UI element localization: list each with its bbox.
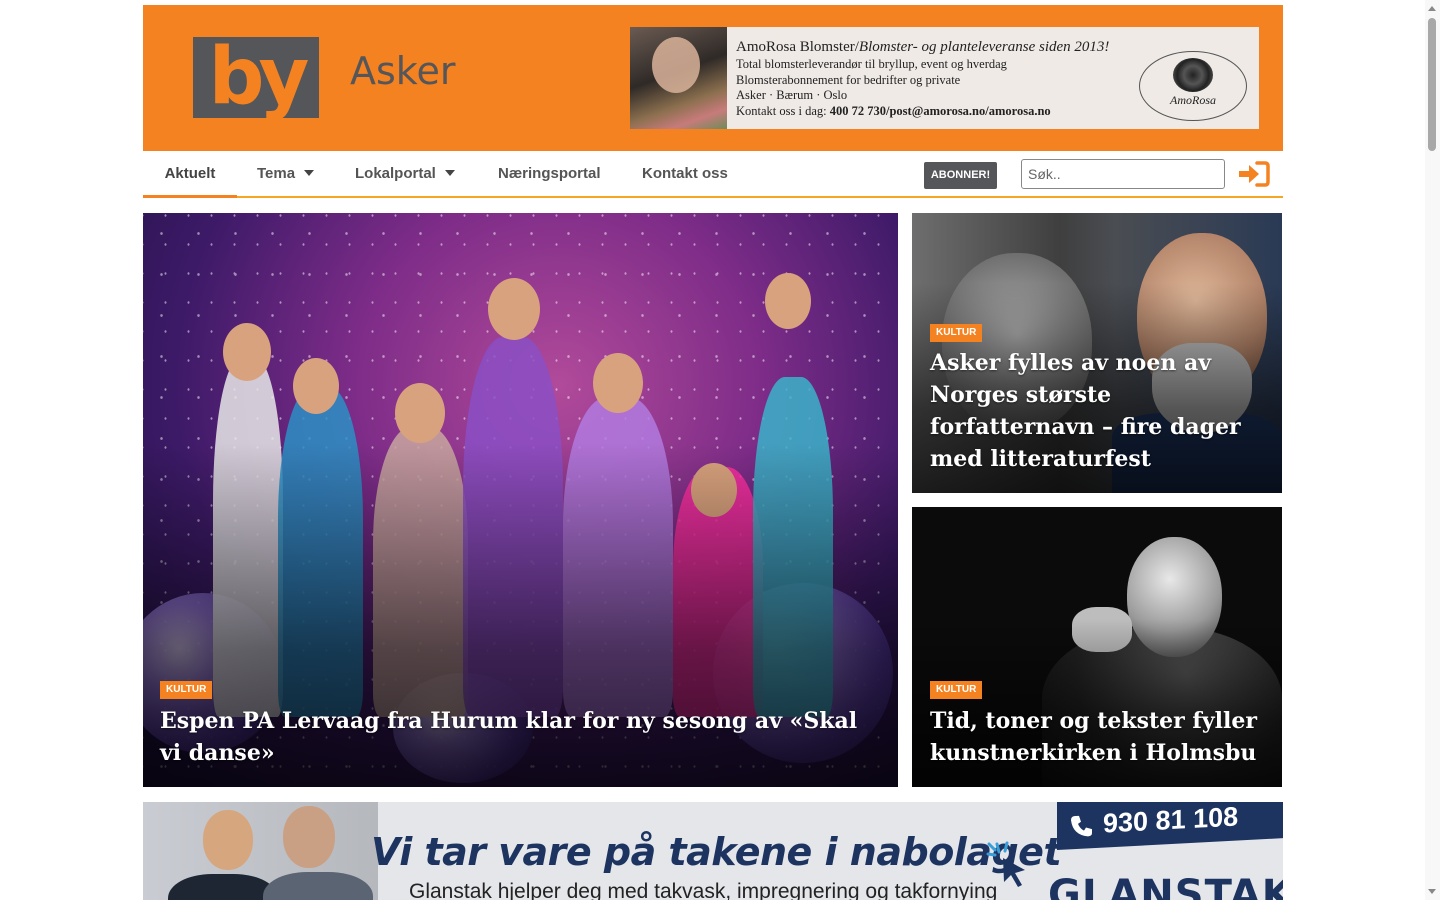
ad-line2: Total blomsterleverandør til bryllup, ev… <box>736 57 1007 71</box>
ad-person <box>203 810 253 870</box>
site-logo[interactable]: by <box>193 37 319 118</box>
ad-phone-number: 930 81 108 <box>1103 802 1239 839</box>
ad-line3: Blomsterabonnement for bedrifter og priv… <box>736 72 961 87</box>
main-navigation: Aktuelt Tema Lokalportal Næringsportal K… <box>143 156 1283 198</box>
dancer-head <box>293 358 339 414</box>
site-city-name[interactable]: Asker <box>350 49 455 93</box>
scroll-down-arrow-icon[interactable] <box>1428 889 1436 894</box>
ad-line4: Asker · Bærum · Oslo <box>736 88 848 102</box>
article-headline[interactable]: Tid, toner og tekster fyller kunstnerkir… <box>930 705 1270 769</box>
ad-people-image <box>143 802 378 900</box>
nav-item-label: Tema <box>257 165 296 182</box>
ad-person <box>283 806 335 868</box>
ad-contact-label: Kontakt oss i dag: <box>736 103 830 118</box>
ad-text: AmoRosa Blomster/Blomster- og planteleve… <box>736 37 1109 119</box>
nav-item-label: Kontakt oss <box>642 165 728 182</box>
amorosa-logo: AmoRosa <box>1139 51 1247 121</box>
dancer-head <box>765 273 811 329</box>
ad-contact-info: 400 72 730/post@amorosa.no/amorosa.no <box>829 103 1051 118</box>
scroll-up-arrow-icon[interactable] <box>1428 6 1436 11</box>
category-badge[interactable]: KULTUR <box>930 324 983 342</box>
article-headline[interactable]: Espen PA Lervaag fra Hurum klar for ny s… <box>160 705 870 769</box>
ad-subline: Glanstak hjelper deg med takvask, impreg… <box>409 880 998 900</box>
caret-down-icon <box>304 170 315 176</box>
phone-icon <box>1071 815 1092 837</box>
article-card-right-bottom[interactable]: KULTUR Tid, toner og tekster fyller kuns… <box>912 507 1282 787</box>
nav-item-kontakt-oss[interactable]: Kontakt oss <box>642 156 728 198</box>
nav-item-label: Aktuelt <box>164 165 216 182</box>
glanstak-banner-ad[interactable]: Vi tar vare på takene i nabolaget Glanst… <box>143 802 1283 900</box>
article-card-main[interactable]: KULTUR Espen PA Lervaag fra Hurum klar f… <box>143 213 898 787</box>
search-input[interactable] <box>1021 159 1225 189</box>
nav-item-tema[interactable]: Tema <box>257 156 315 198</box>
nav-item-label: Lokalportal <box>355 165 436 182</box>
ad-line1-tagline: Blomster- og planteleveranse siden 2013! <box>858 39 1110 55</box>
page-scrollbar[interactable] <box>1425 0 1440 900</box>
caret-down-icon <box>444 170 455 176</box>
site-header: by Asker AmoRosa Blomster/Blomster- og p… <box>143 5 1283 151</box>
nav-item-naeringsportal[interactable]: Næringsportal <box>498 156 601 198</box>
page-container: by Asker AmoRosa Blomster/Blomster- og p… <box>143 5 1283 900</box>
ad-portrait-image <box>630 27 727 129</box>
category-badge[interactable]: KULTUR <box>160 681 213 699</box>
category-badge[interactable]: KULTUR <box>930 681 983 699</box>
cursor-click-icon <box>986 841 1025 887</box>
ad-phone-box: 930 81 108 <box>1057 802 1283 850</box>
nav-item-label: Næringsportal <box>498 165 601 182</box>
ad-brand-logo: GLANSTAK <box>1048 872 1283 900</box>
nav-item-aktuelt[interactable]: Aktuelt <box>143 156 237 198</box>
sign-in-icon[interactable] <box>1237 160 1271 188</box>
amorosa-logo-text: AmoRosa <box>1170 93 1216 107</box>
dancer-head <box>488 278 540 340</box>
ad-line1-company: AmoRosa Blomster/ <box>736 39 859 55</box>
dancer-head <box>223 323 271 381</box>
ad-slogan: Vi tar vare på takene i nabolaget <box>371 830 1062 874</box>
ad-person <box>263 872 373 900</box>
top-banner-ad[interactable]: AmoRosa Blomster/Blomster- og planteleve… <box>630 27 1259 129</box>
ad-person <box>168 874 278 900</box>
article-card-right-top[interactable]: KULTUR Asker fylles av noen av Norges st… <box>912 213 1282 493</box>
dancer-head <box>593 353 643 413</box>
rose-icon <box>1173 58 1213 92</box>
subscribe-button[interactable]: ABONNER! <box>924 162 997 189</box>
scrollbar-thumb[interactable] <box>1428 18 1436 151</box>
nav-item-lokalportal[interactable]: Lokalportal <box>355 156 455 198</box>
article-headline[interactable]: Asker fylles av noen av Norges største f… <box>930 347 1270 475</box>
dancer-head <box>395 383 445 443</box>
